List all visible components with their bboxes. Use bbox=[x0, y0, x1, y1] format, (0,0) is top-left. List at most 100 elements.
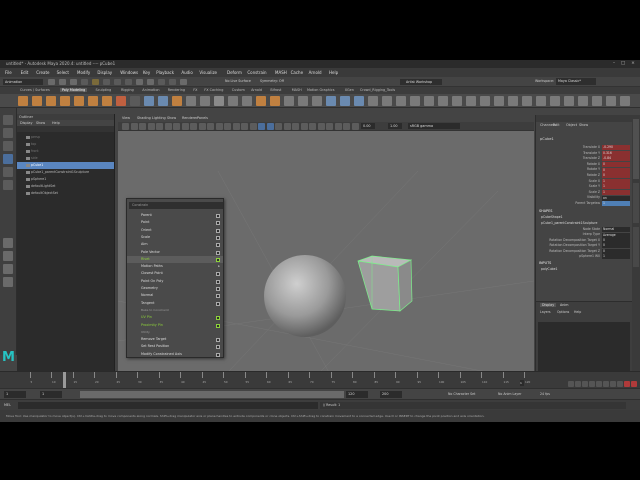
record-icon[interactable] bbox=[624, 381, 630, 387]
shelf-tool-icon[interactable] bbox=[130, 96, 140, 106]
shelf-tool-icon[interactable] bbox=[186, 96, 196, 106]
outliner-item[interactable]: defaultLightSet bbox=[17, 183, 114, 190]
shelf-tool-icon[interactable] bbox=[410, 96, 420, 106]
outliner-item[interactable]: pSphere1 bbox=[17, 176, 114, 183]
shelf-tool-icon[interactable] bbox=[340, 96, 350, 106]
outliner-item[interactable]: pCube1 bbox=[17, 162, 114, 169]
shelf-tool-icon[interactable] bbox=[508, 96, 518, 106]
shelf-tool-icon[interactable] bbox=[312, 96, 322, 106]
status-line-icon[interactable] bbox=[169, 79, 176, 85]
viewport-toolbar-icon[interactable] bbox=[190, 123, 197, 130]
shelf-tool-icon[interactable] bbox=[606, 96, 616, 106]
shelf-tool-icon[interactable] bbox=[32, 96, 42, 106]
current-time-indicator[interactable] bbox=[63, 372, 66, 389]
step-back-key-icon[interactable] bbox=[575, 381, 581, 387]
range-slider-bar[interactable] bbox=[80, 391, 344, 398]
shelf-tool-icon[interactable] bbox=[368, 96, 378, 106]
channel-tab-object[interactable]: Object bbox=[566, 123, 577, 127]
step-forward-frame-icon[interactable] bbox=[603, 381, 609, 387]
fps-dropdown[interactable]: 24 fps bbox=[540, 392, 550, 396]
attribute-value[interactable]: 1 bbox=[602, 184, 630, 190]
layer-list[interactable] bbox=[538, 322, 630, 372]
shelf-tool-icon[interactable] bbox=[578, 96, 588, 106]
option-box-icon[interactable] bbox=[216, 279, 220, 284]
menu-modify[interactable]: Modify bbox=[77, 70, 90, 75]
viewport-toolbar-icon[interactable] bbox=[309, 123, 316, 130]
outliner-item[interactable]: top bbox=[17, 141, 114, 148]
viewport-menu-lighting[interactable]: Lighting bbox=[152, 116, 166, 120]
channel-box-tab[interactable] bbox=[633, 119, 639, 179]
shape-attribute[interactable]: pSphere1 W0 1 bbox=[536, 254, 632, 260]
shelf-tool-icon[interactable] bbox=[158, 96, 168, 106]
shelf-tool-icon[interactable] bbox=[214, 96, 224, 106]
viewport-toolbar-icon[interactable] bbox=[156, 123, 163, 130]
shelf-tool-icon[interactable] bbox=[46, 96, 56, 106]
option-box-icon[interactable] bbox=[216, 235, 220, 240]
shelf-tab[interactable]: XGen bbox=[343, 88, 356, 92]
shelf-tab[interactable]: Animation bbox=[140, 88, 161, 92]
rotate-tool-icon[interactable] bbox=[3, 167, 13, 177]
layer-tab-display[interactable]: Display bbox=[540, 303, 557, 307]
shelf-tab[interactable]: Custom bbox=[230, 88, 247, 92]
character-set-dropdown[interactable]: No Character Set bbox=[448, 392, 475, 396]
shelf-tab[interactable]: Arnold bbox=[249, 88, 264, 92]
status-line-icon[interactable] bbox=[136, 79, 143, 85]
viewport-toolbar-icon[interactable] bbox=[317, 123, 325, 130]
start-frame-field[interactable]: 1 bbox=[4, 391, 26, 398]
persp-outliner-layout-icon[interactable] bbox=[3, 264, 13, 274]
shelf-tab[interactable]: Curves / Surfaces bbox=[18, 88, 52, 92]
shelf-tool-icon[interactable] bbox=[382, 96, 392, 106]
option-box-icon[interactable] bbox=[216, 221, 220, 226]
status-line-icon[interactable] bbox=[114, 79, 121, 85]
option-box-icon[interactable] bbox=[216, 323, 220, 328]
viewport-toolbar-icon[interactable] bbox=[224, 123, 231, 130]
shelf-tab[interactable]: FX Caching bbox=[202, 88, 225, 92]
viewport-toolbar-icon[interactable] bbox=[173, 123, 180, 130]
option-box-icon[interactable] bbox=[216, 301, 220, 306]
shelf-tool-icon[interactable] bbox=[438, 96, 448, 106]
channel-tab-show[interactable]: Show bbox=[579, 123, 588, 127]
viewport-toolbar-icon[interactable] bbox=[130, 123, 138, 130]
shelf-tool-icon[interactable] bbox=[564, 96, 574, 106]
viewport-toolbar-icon[interactable] bbox=[147, 123, 155, 130]
shelf-tool-icon[interactable] bbox=[144, 96, 154, 106]
menu-search-field[interactable]: Constrain bbox=[129, 202, 223, 209]
shelf-tab[interactable]: Bifrost bbox=[268, 88, 283, 92]
auto-key-icon[interactable] bbox=[631, 381, 637, 387]
status-line-icon[interactable] bbox=[125, 79, 132, 85]
option-box-icon[interactable] bbox=[216, 214, 220, 218]
viewport-toolbar-icon[interactable] bbox=[300, 123, 308, 130]
viewport-toolbar-icon[interactable] bbox=[275, 123, 282, 130]
shelf-tool-icon[interactable] bbox=[536, 96, 546, 106]
attribute-editor-tab[interactable] bbox=[633, 227, 639, 267]
shelf-tool-icon[interactable] bbox=[396, 96, 406, 106]
script-language-label[interactable]: MEL bbox=[4, 403, 11, 407]
viewport-toolbar-icon[interactable] bbox=[334, 123, 342, 130]
menu-constrain[interactable]: Constrain bbox=[247, 70, 266, 75]
shelf-tool-icon[interactable] bbox=[116, 96, 126, 106]
option-box-icon[interactable] bbox=[216, 352, 220, 357]
shelf-tool-icon[interactable] bbox=[284, 96, 294, 106]
menu-display[interactable]: Display bbox=[97, 70, 112, 75]
step-back-frame-icon[interactable] bbox=[582, 381, 588, 387]
shelf-tab[interactable]: Poly Modeling bbox=[59, 88, 88, 92]
colorspace-dropdown[interactable]: sRGB gamma bbox=[408, 123, 460, 129]
shelf-tool-icon[interactable] bbox=[466, 96, 476, 106]
exposure-field[interactable]: 0.00 bbox=[361, 123, 375, 129]
menu-set-dropdown[interactable]: Animation bbox=[3, 79, 43, 85]
time-slider[interactable]: 1 5 10 15 20 25 30 35 40 45 50 55 60 65 70 75 80 85 90 95 1… bbox=[0, 371, 640, 389]
option-box-icon[interactable] bbox=[216, 272, 220, 277]
anim-layer-dropdown[interactable]: No Anim Layer bbox=[498, 392, 521, 396]
layer-menu-help[interactable]: Help bbox=[574, 310, 581, 314]
option-box-icon[interactable] bbox=[216, 250, 220, 255]
single-perspective-layout-icon[interactable] bbox=[3, 238, 13, 248]
attribute-value[interactable]: 0 bbox=[602, 167, 630, 173]
menu-item-modify-constrained-axis[interactable]: Modify Constrained Axis bbox=[127, 351, 223, 359]
symmetry-label[interactable]: Symmetry: Off bbox=[260, 79, 284, 83]
option-box-icon[interactable] bbox=[216, 228, 220, 233]
viewport-menu-panels[interactable]: Panels bbox=[197, 116, 208, 120]
option-box-icon[interactable] bbox=[216, 294, 220, 299]
status-line-icon[interactable] bbox=[92, 79, 99, 85]
viewport-toolbar-icon[interactable] bbox=[343, 123, 350, 130]
play-forwards-icon[interactable] bbox=[596, 381, 602, 387]
